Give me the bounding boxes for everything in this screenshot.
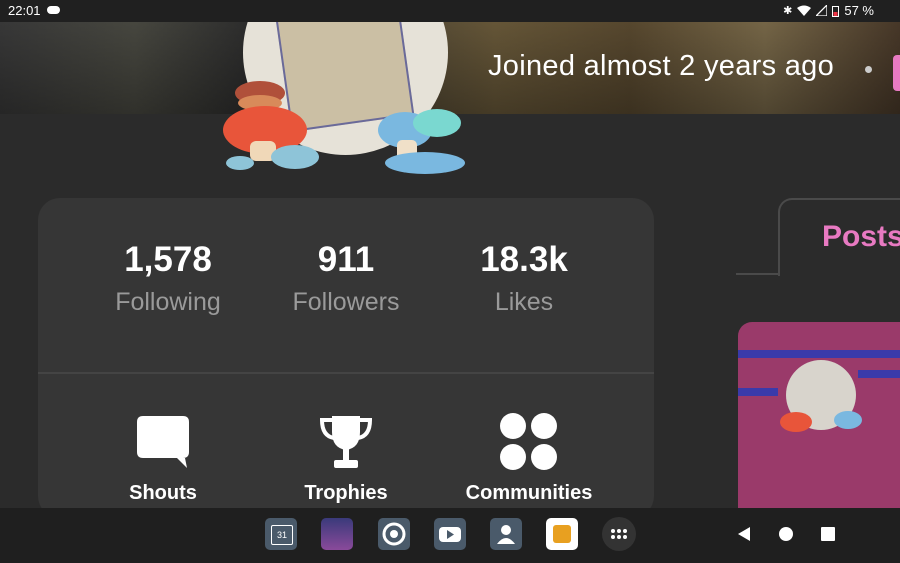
- cloud-icon: [47, 6, 60, 14]
- battery-icon: [832, 5, 840, 17]
- shouts-button[interactable]: Shouts: [78, 410, 248, 505]
- status-bar: 22:01 ✱ 57 %: [0, 0, 900, 22]
- trophy-icon: [319, 416, 373, 468]
- avatar-frame-red-mushroom: [223, 81, 319, 170]
- stat-likes[interactable]: 18.3k Likes: [434, 240, 614, 317]
- status-time: 22:01: [8, 3, 41, 18]
- app-drawer-icon[interactable]: [602, 517, 636, 551]
- amino-app-icon[interactable]: [546, 518, 578, 550]
- four-circles-icon: [500, 413, 557, 470]
- trophies-button[interactable]: Trophies: [261, 410, 431, 505]
- tab-underline: [736, 273, 780, 275]
- separator-dot: [865, 66, 872, 73]
- avatar-frame-blue-mushroom: [378, 109, 465, 174]
- stats-divider: [38, 372, 654, 374]
- stat-value: 911: [317, 240, 375, 279]
- trophies-label: Trophies: [304, 482, 388, 504]
- communities-button[interactable]: Communities: [444, 410, 614, 505]
- stat-label: Following: [115, 288, 221, 316]
- stat-label: Followers: [292, 288, 400, 316]
- post-thumbnail-mushrooms: [780, 411, 862, 432]
- bluetooth-icon: ✱: [783, 5, 793, 17]
- stat-followers[interactable]: 911 Followers: [256, 240, 436, 317]
- contacts-icon[interactable]: [490, 518, 522, 550]
- chrome-icon[interactable]: [378, 518, 410, 550]
- stat-value: 1,578: [124, 240, 212, 279]
- tab-posts[interactable]: Posts: [822, 220, 900, 254]
- recents-icon[interactable]: [820, 526, 836, 542]
- home-icon[interactable]: [778, 526, 794, 542]
- chat-bubble-icon: [137, 416, 189, 468]
- stat-value: 18.3k: [480, 240, 568, 279]
- battery-percent: 57 %: [844, 3, 874, 18]
- back-icon[interactable]: [736, 526, 752, 542]
- calendar-day: 31: [271, 525, 293, 545]
- game-app-icon[interactable]: [321, 518, 353, 550]
- shouts-label: Shouts: [129, 482, 197, 504]
- stat-following[interactable]: 1,578 Following: [78, 240, 258, 317]
- post-card[interactable]: [738, 322, 900, 522]
- signal-icon: [816, 5, 828, 16]
- follow-button[interactable]: [893, 55, 900, 91]
- joined-date: Joined almost 2 years ago: [488, 50, 835, 82]
- communities-label: Communities: [465, 482, 593, 504]
- calendar-icon[interactable]: 31: [265, 518, 297, 550]
- wifi-icon: [797, 5, 812, 16]
- youtube-icon[interactable]: [434, 518, 466, 550]
- status-icons: ✱ 57 %: [783, 3, 874, 18]
- stat-label: Likes: [494, 288, 554, 316]
